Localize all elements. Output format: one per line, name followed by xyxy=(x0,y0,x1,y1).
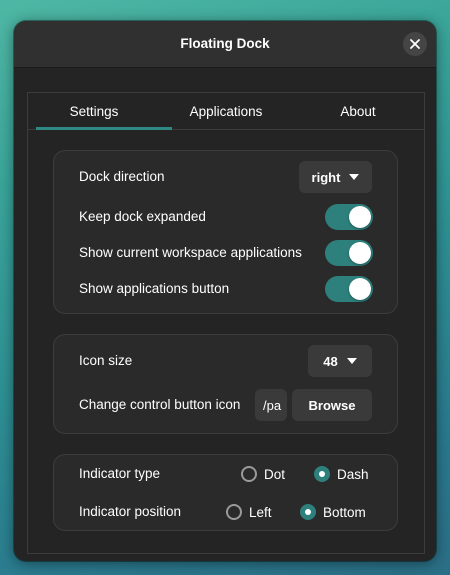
radio-label: Dash xyxy=(337,466,369,482)
switch-knob xyxy=(349,278,371,300)
header-bar: Floating Dock xyxy=(14,21,436,68)
icon-size-label: Icon size xyxy=(79,353,133,368)
window-title: Floating Dock xyxy=(180,36,270,51)
preferences-window: Floating Dock Settings Applications Abou… xyxy=(14,21,436,561)
keep-expanded-label: Keep dock expanded xyxy=(79,209,206,224)
tab-applications[interactable]: Applications xyxy=(160,93,292,129)
dock-direction-value: right xyxy=(311,169,341,185)
indicator-position-left-radio[interactable]: Left xyxy=(226,501,272,523)
icon-size-value: 48 xyxy=(323,353,338,369)
tab-about[interactable]: About xyxy=(292,93,424,129)
dock-direction-label: Dock direction xyxy=(79,169,165,184)
settings-notebook: Settings Applications About Dock directi… xyxy=(27,92,425,554)
apps-button-label: Show applications button xyxy=(79,281,230,296)
close-button[interactable] xyxy=(403,32,427,56)
keep-expanded-row: Keep dock expanded xyxy=(54,201,397,233)
indicator-position-label: Indicator position xyxy=(79,504,182,519)
workspace-apps-row: Show current workspace applications xyxy=(54,237,397,269)
icon-size-dropdown[interactable]: 48 xyxy=(308,345,372,377)
keep-expanded-switch[interactable] xyxy=(325,204,373,230)
radio-indicator xyxy=(226,504,242,520)
radio-label: Dot xyxy=(264,466,286,482)
control-icon-row: Change control button icon /pa Browse xyxy=(54,389,397,421)
icon-path-value: /pa xyxy=(263,398,282,413)
radio-indicator xyxy=(241,466,257,482)
switch-knob xyxy=(349,242,371,264)
radio-indicator xyxy=(300,504,316,520)
chevron-down-icon xyxy=(349,174,360,180)
tab-bar: Settings Applications About xyxy=(28,93,424,130)
close-icon xyxy=(410,39,420,49)
indicator-position-bottom-radio[interactable]: Bottom xyxy=(300,501,366,523)
icon-path-input[interactable]: /pa xyxy=(255,389,287,421)
radio-indicator xyxy=(314,466,330,482)
indicator-position-row: Indicator position Left Bottom xyxy=(54,496,397,528)
radio-label: Left xyxy=(249,504,272,520)
browse-button[interactable]: Browse xyxy=(292,389,372,421)
dock-direction-dropdown[interactable]: right xyxy=(299,161,372,193)
control-icon-label: Change control button icon xyxy=(79,397,241,412)
icons-panel: Icon size 48 Change control button icon … xyxy=(53,334,398,434)
indicator-type-row: Indicator type Dot Dash xyxy=(54,458,397,490)
chevron-down-icon xyxy=(346,358,357,364)
dock-direction-row: Dock direction right xyxy=(54,161,397,193)
apps-button-switch[interactable] xyxy=(325,276,373,302)
apps-button-row: Show applications button xyxy=(54,273,397,305)
icon-size-row: Icon size 48 xyxy=(54,345,397,377)
indicator-type-label: Indicator type xyxy=(79,466,161,481)
switch-knob xyxy=(349,206,371,228)
indicator-type-dot-radio[interactable]: Dot xyxy=(241,463,285,485)
workspace-apps-label: Show current workspace applications xyxy=(79,245,302,260)
indicator-type-dash-radio[interactable]: Dash xyxy=(314,463,369,485)
workspace-apps-switch[interactable] xyxy=(325,240,373,266)
dock-behavior-panel: Dock direction right Keep dock expanded … xyxy=(53,150,398,314)
tab-settings[interactable]: Settings xyxy=(28,93,172,130)
indicator-panel: Indicator type Dot Dash Indicator positi… xyxy=(53,454,398,531)
radio-label: Bottom xyxy=(323,504,366,520)
